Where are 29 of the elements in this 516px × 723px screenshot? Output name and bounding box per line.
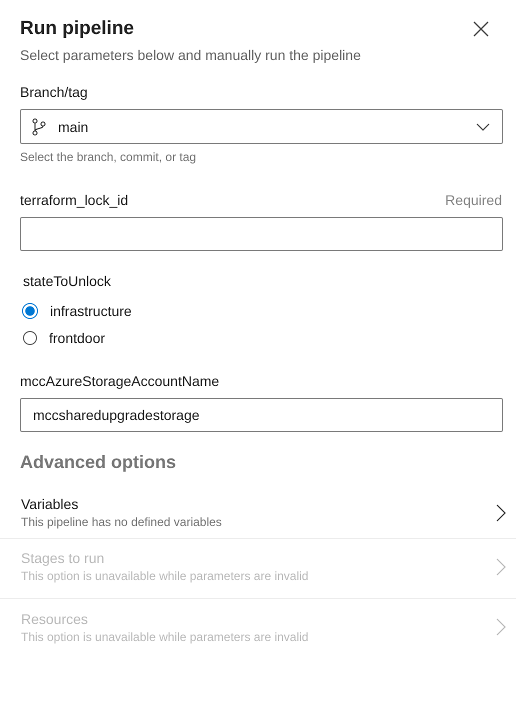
group-label: stateToUnlock [23,273,112,289]
radio-button[interactable] [22,302,38,318]
branch-icon [32,118,46,136]
chevron-right-icon [496,618,506,636]
input-field[interactable] [20,217,503,251]
option-title: Stages to run [21,550,106,566]
option-title: Variables [21,496,80,512]
chevron-right-icon [496,558,506,576]
option-title: Resources [21,610,89,626]
radio-button[interactable] [23,330,37,344]
dialog-subtitle: Select parameters below and manually run the pipeline [20,47,362,63]
chevron-right-icon [496,504,506,522]
field-label: mccAzureStorageAccountName [20,373,220,389]
field-label: Branch/tag [20,84,89,100]
option-description: This option is unavailable while parameters are invalid [21,630,308,644]
branch-dropdown[interactable]: main [20,109,503,144]
section-heading: Advanced options [20,452,178,473]
radio-label[interactable]: frontdoor [49,330,106,346]
required-note: Required [445,192,502,208]
field-hint: Select the branch, commit, or tag [20,150,198,164]
radio-label[interactable]: infrastructure [50,302,132,318]
input-field[interactable]: mccsharedupgradestorage [20,398,503,432]
option-row[interactable]: Variables This pipeline has no defined variables [0,491,516,539]
option-description: This pipeline has no defined variables [21,515,222,529]
field-label: terraform_lock_id [20,192,128,208]
close-icon [473,21,489,37]
chevron-down-icon [476,122,490,130]
dialog-title: Run pipeline [20,18,134,40]
option-description: This option is unavailable while parameters are invalid [21,569,308,583]
